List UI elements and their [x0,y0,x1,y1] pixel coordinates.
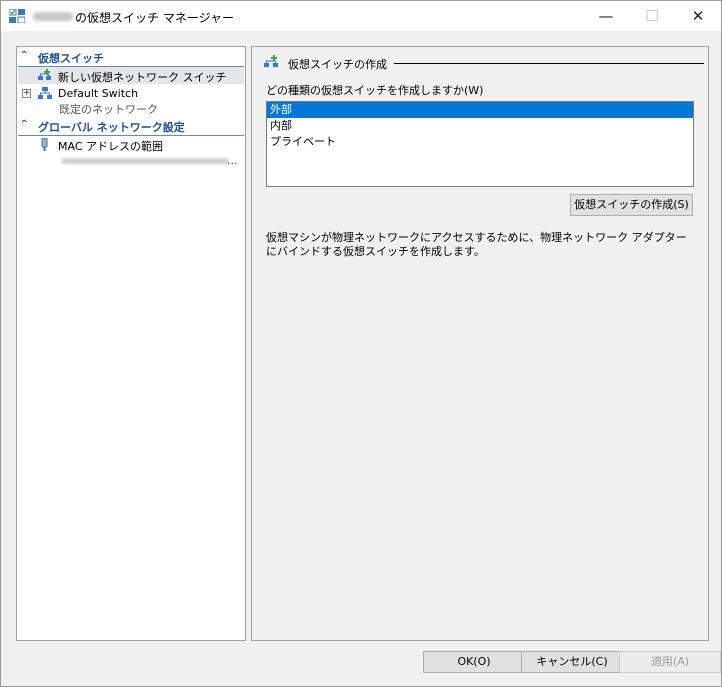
list-item-private[interactable]: プライベート [267,134,693,150]
tree-item-default-switch[interactable]: + Default Switch [18,85,244,102]
network-switch-icon [38,87,52,99]
new-switch-icon [264,55,278,67]
default-switch-sublabel: 既定のネットワーク [59,103,158,116]
section-label: 仮想スイッチ [38,52,104,65]
tree-item-new-virtual-switch[interactable]: 新しい仮想ネットワーク スイッチ [18,67,244,84]
tree-item-label: 新しい仮想ネットワーク スイッチ [58,71,227,84]
apply-button[interactable]: 適用(A) [619,651,721,673]
mac-range-ellipsis: ... [227,154,238,167]
switch-manager-app-icon [9,9,25,23]
section-label: グローバル ネットワーク設定 [38,121,185,134]
switch-type-prompt: どの種類の仮想スイッチを作成しますか(W) [266,84,484,97]
switch-type-listbox[interactable]: 外部 内部 プライベート [266,101,694,187]
window-title: の仮想スイッチ マネージャー [75,11,234,25]
list-item-external[interactable]: 外部 [267,102,693,118]
create-virtual-switch-button[interactable]: 仮想スイッチの作成(S) [570,194,693,216]
details-panel: 仮想スイッチの作成 どの種類の仮想スイッチを作成しますか(W) 外部 内部 プラ… [251,46,709,641]
section-title-label: 仮想スイッチの作成 [288,58,387,71]
virtual-switch-manager-window: の仮想スイッチ マネージャー — ☐ ✕ ⌃ 仮想スイッチ 新しい仮想ネットワー… [0,0,722,687]
maximize-button[interactable]: ☐ [629,1,675,31]
close-button[interactable]: ✕ [675,1,721,31]
minimize-button[interactable]: — [583,1,629,31]
section-header-global-network-settings[interactable]: ⌃ グローバル ネットワーク設定 [18,118,244,136]
cancel-button[interactable]: キャンセル(C) [521,651,623,673]
redacted-host-name [33,12,73,21]
tree-item-label: Default Switch [58,87,139,100]
collapse-chevron-icon[interactable]: ⌃ [20,119,28,130]
title-bar[interactable]: の仮想スイッチ マネージャー — ☐ ✕ [1,1,721,31]
ok-button[interactable]: OK(O) [423,651,525,673]
create-switch-section-title: 仮想スイッチの作成 [264,55,704,71]
new-switch-icon [38,69,51,80]
mac-range-icon [41,138,48,151]
list-item-internal[interactable]: 内部 [267,118,693,134]
tree-item-mac-address-range[interactable]: MAC アドレスの範囲 [18,136,244,153]
redacted-mac-range [61,158,229,164]
tree-item-label: MAC アドレスの範囲 [58,140,163,153]
switch-type-description: 仮想マシンが物理ネットワークにアクセスするために、物理ネットワーク アダプターに… [266,231,687,258]
collapse-chevron-icon[interactable]: ⌃ [20,50,28,61]
navigation-tree-panel: ⌃ 仮想スイッチ 新しい仮想ネットワーク スイッチ + Default Swit… [16,46,246,641]
expand-icon[interactable]: + [22,89,31,98]
section-header-virtual-switches[interactable]: ⌃ 仮想スイッチ [18,49,244,67]
section-divider [394,63,704,64]
